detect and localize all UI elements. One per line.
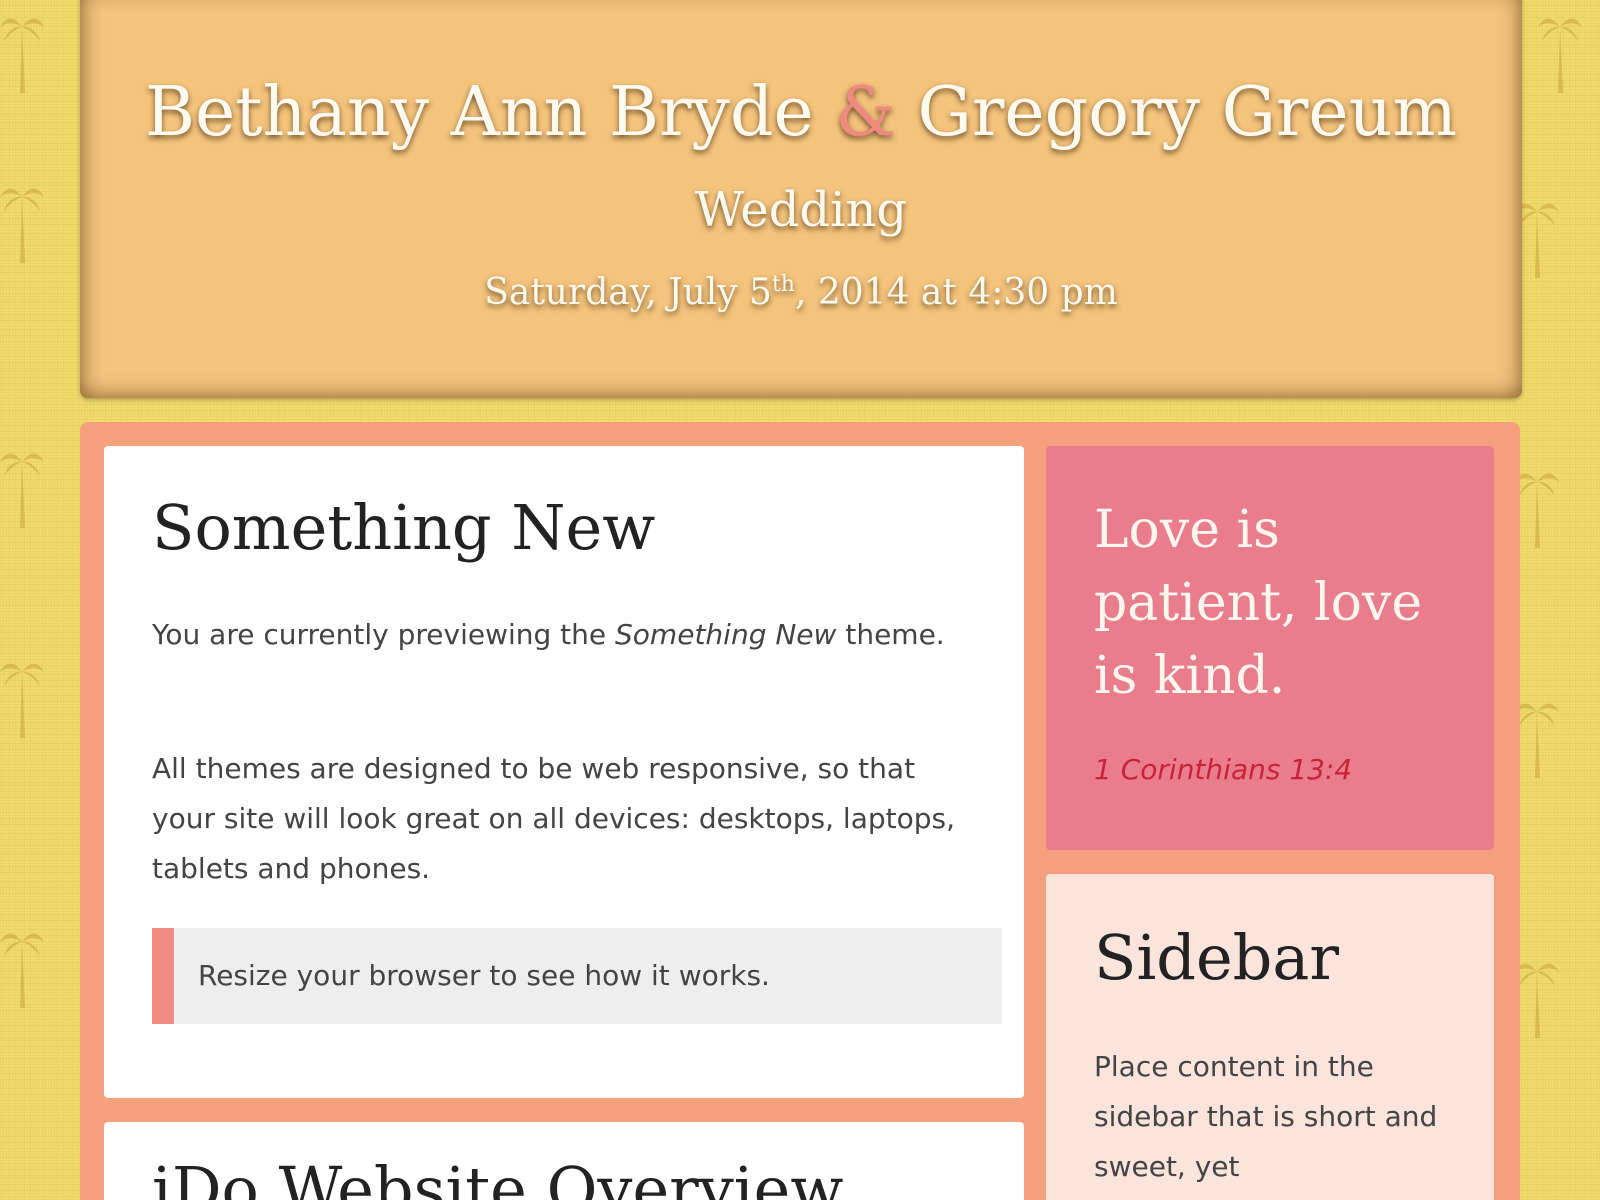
event-title: Wedding [694,182,908,238]
intro-paragraph: You are currently previewing the Somethi… [152,610,952,660]
date-suffix: , 2014 at 4:30 pm [794,272,1118,313]
ampersand: & [835,73,896,152]
palm-tree-icon [0,663,44,738]
event-date: Saturday, July 5th, 2014 at 4:30 pm [80,260,1522,318]
sidebar-text: Place content in the sidebar that is sho… [1094,1050,1438,1183]
overview-card: iDo Website Overview [104,1122,1024,1200]
groom-name: Gregory Greum [917,73,1457,152]
palm-tree-icon [1515,963,1559,1038]
overview-title: iDo Website Overview [152,1153,844,1200]
palm-tree-icon [0,933,44,1008]
main-content-card: Something New You are currently previewi… [104,446,1024,1098]
callout-box: Resize your browser to see how it works. [152,928,1002,1024]
callout-text: Resize your browser to see how it works. [198,959,770,992]
responsive-paragraph: All themes are designed to be web respon… [152,752,956,885]
bride-name: Bethany Ann Bryde [145,73,814,152]
sidebar-title: Sidebar [1094,921,1339,994]
palm-tree-icon [1538,18,1582,93]
quote-reference: 1 Corinthians 13:4 [1094,753,1353,786]
sidebar-card: Sidebar Place content in the sidebar tha… [1046,874,1494,1200]
quote-text: Love is patient, love is kind. [1094,500,1423,706]
date-ordinal: th [771,272,795,297]
intro-suffix: theme. [836,618,945,651]
intro-theme-name: Something New [615,618,837,651]
quote-card: Love is patient, love is kind. 1 Corinth… [1046,446,1494,850]
palm-tree-icon [0,188,44,263]
palm-tree-icon [1515,703,1559,778]
wedding-header: Bethany Ann Bryde & Gregory Greum Weddin… [80,0,1522,398]
intro-prefix: You are currently previewing the [152,618,616,651]
palm-tree-icon [0,453,44,528]
page-title: Something New [152,491,656,564]
date-prefix: Saturday, July 5 [484,272,772,313]
palm-tree-icon [0,18,44,93]
palm-tree-icon [1515,473,1559,548]
couple-names: Bethany Ann Bryde & Gregory Greum [80,68,1522,158]
